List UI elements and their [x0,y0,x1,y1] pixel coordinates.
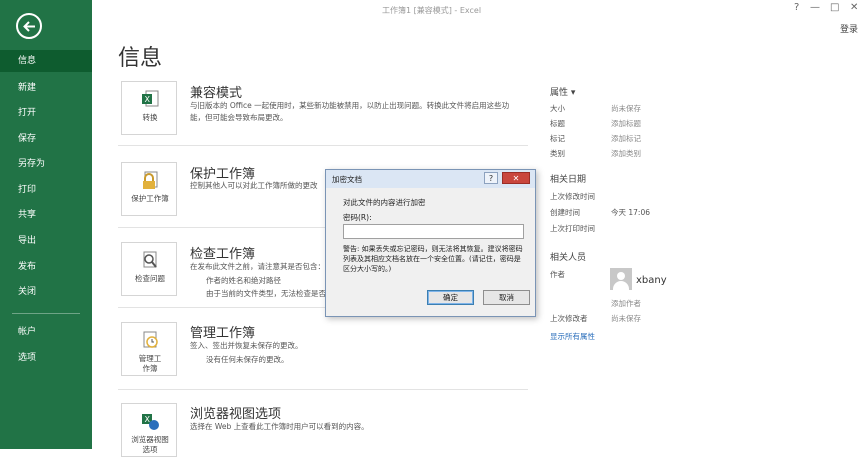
created-value: 今天 17:06 [611,208,650,217]
last-modified-label: 上次修改时间 [550,192,595,201]
add-author-link[interactable]: 添加作者 [611,298,641,309]
browser-view-label-line1: 浏览器视图 [131,435,169,444]
properties-header-label: 属性 [550,88,569,98]
properties-header[interactable]: 属性 ▾ [550,85,575,98]
inspect-bullet-filetype: 由于当前的文件类型，无法检查是否 [206,289,326,298]
manage-workbook-label: 管理工 作簿 [122,354,178,374]
window-title: 工作簿1 [兼容模式] - Excel [382,6,482,15]
created-label: 创建时间 [550,208,580,217]
browser-view-label-line2: 选项 [142,445,158,454]
last-modified-by-value: 尚未保存 [611,314,641,323]
signin-link[interactable]: 登录 [840,22,858,35]
prop-size-label: 大小 [550,104,565,113]
check-for-issues-label: 检查问题 [135,274,165,283]
excel-convert-icon: X [142,90,159,107]
nav-info[interactable]: 信息 [0,50,92,72]
restore-button[interactable]: □ [830,2,839,13]
browser-view-title: 浏览器视图选项 [190,407,282,422]
convert-button[interactable]: X 转换 [121,81,177,135]
nav-open[interactable]: 打开 [0,102,92,124]
compat-title: 兼容模式 [190,86,243,101]
dialog-title-bar[interactable]: 加密文档 ? ✕ [326,170,535,188]
close-window-button[interactable]: ✕ [850,2,858,13]
back-arrow-icon[interactable] [16,13,42,39]
prop-title-value[interactable]: 添加标题 [611,118,641,129]
protect-workbook-label: 保护工作簿 [131,194,169,203]
convert-label: 转换 [142,113,158,122]
section-divider [118,145,528,146]
dialog-prompt: 对此文件的内容进行加密 [343,198,426,207]
dialog-title: 加密文档 [332,175,362,184]
inspect-title: 检查工作簿 [190,247,256,262]
manage-bullet: 没有任何未保存的更改。 [206,355,289,364]
related-people-header: 相关人员 [550,253,587,263]
manage-title: 管理工作簿 [190,326,256,341]
encrypt-document-dialog: 加密文档 ? ✕ 对此文件的内容进行加密 密码(R): 警告: 如果丢失或忘记密… [325,169,536,317]
last-modified-by-label: 上次修改者 [550,314,588,323]
prop-category-label: 类别 [550,149,565,158]
help-icon[interactable]: ? [794,2,799,13]
cancel-button[interactable]: 取消 [483,290,530,305]
nav-export[interactable]: 导出 [0,230,92,252]
page-title: 信息 [118,46,163,71]
show-all-properties-link[interactable]: 显示所有属性 [550,331,595,342]
manage-workbook-icon [143,331,158,348]
prop-tags-value[interactable]: 添加标记 [611,133,641,144]
backstage-sidebar: 信息 新建 打开 保存 另存为 打印 共享 导出 发布 关闭 帐户 选项 [0,0,92,449]
related-dates-header: 相关日期 [550,175,587,185]
prop-category-value[interactable]: 添加类别 [611,148,641,159]
protect-workbook-button[interactable]: 保护工作簿 [121,162,177,216]
dialog-close-button[interactable]: ✕ [502,172,530,184]
author-label: 作者 [550,270,565,279]
author-name[interactable]: xbany [636,275,667,286]
nav-new[interactable]: 新建 [0,77,92,99]
chevron-down-icon: ▾ [570,88,576,98]
password-warning: 警告: 如果丢失或忘记密码，则无法将其恢复。建议将密码列表及其相应文档名放在一个… [343,245,523,273]
title-bar: 工作簿1 [兼容模式] - Excel ? — □ ✕ [92,0,866,22]
nav-close[interactable]: 关闭 [0,281,92,303]
nav-share[interactable]: 共享 [0,204,92,226]
inspect-bullet-author: 作者的姓名和绝对路径 [206,276,281,285]
minimize-button[interactable]: — [810,2,820,13]
nav-options[interactable]: 选项 [0,347,92,369]
compat-desc: 与旧版本的 Office 一起使用时，某些新功能被禁用，以防止出现问题。转换此文… [190,101,510,122]
avatar-body [613,281,629,290]
lock-icon [143,171,158,189]
last-printed-label: 上次打印时间 [550,224,595,233]
nav-save[interactable]: 保存 [0,128,92,150]
password-input[interactable] [343,224,524,239]
section-divider [118,389,528,390]
manage-workbook-label-line1: 管理工 [138,354,162,363]
svg-text:X: X [145,95,151,104]
browser-view-desc: 选择在 Web 上查看此工作簿时用户可以看到的内容。 [190,422,369,431]
prop-title-label: 标题 [550,119,565,128]
nav-account[interactable]: 帐户 [0,321,92,343]
browser-view-icon: X [142,414,159,430]
browser-view-options-label: 浏览器视图 选项 [122,435,178,455]
password-label: 密码(R): [343,213,372,222]
nav-save-as[interactable]: 另存为 [0,153,92,175]
inspect-document-icon [143,251,157,268]
dialog-help-button[interactable]: ? [484,172,498,184]
avatar-head [617,272,625,280]
prop-size-value: 尚未保存 [611,104,641,113]
manage-workbook-label-line2: 作簿 [142,364,158,373]
check-for-issues-button[interactable]: 检查问题 [121,242,177,296]
avatar [610,268,632,290]
nav-print[interactable]: 打印 [0,179,92,201]
nav-publish[interactable]: 发布 [0,256,92,278]
manage-desc: 签入、签出并恢复未保存的更改。 [190,341,303,350]
ok-button[interactable]: 确定 [427,290,474,305]
prop-tags-label: 标记 [550,134,565,143]
manage-workbook-button[interactable]: 管理工 作簿 [121,322,177,376]
nav-divider [12,313,80,314]
